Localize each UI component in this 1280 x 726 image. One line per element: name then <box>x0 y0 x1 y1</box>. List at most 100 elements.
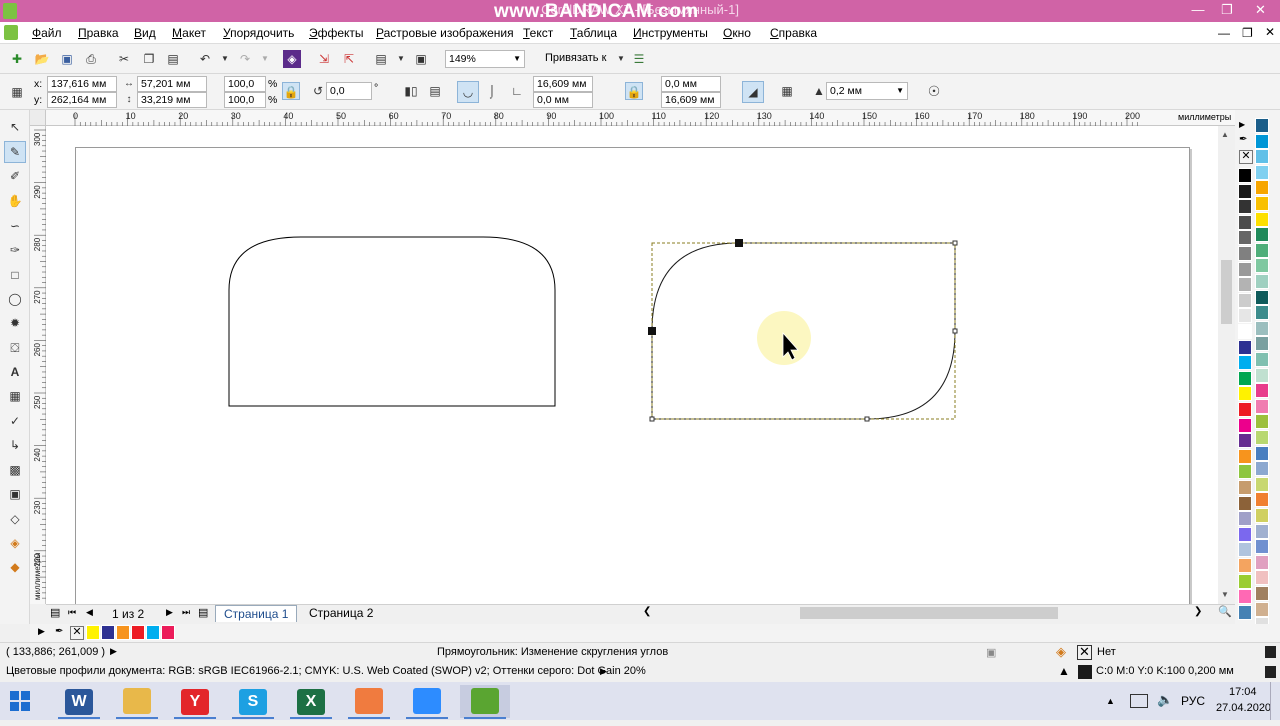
convert-to-curves-icon[interactable]: ☉ <box>925 82 943 100</box>
taskbar-app-app-orange[interactable] <box>344 685 394 719</box>
palette-swatch[interactable] <box>1238 246 1252 261</box>
scale-x-input[interactable]: 100,0 <box>224 76 266 92</box>
outline-color-swatch[interactable] <box>1078 665 1092 679</box>
options-icon[interactable]: ☰ <box>630 50 648 68</box>
vertical-scrollbar[interactable]: ▲ ▼ <box>1218 126 1235 604</box>
redo-icon[interactable]: ↷ <box>236 50 254 68</box>
palette-swatch[interactable] <box>1255 274 1269 289</box>
palette-swatch[interactable] <box>1255 180 1269 196</box>
smart-fill-icon[interactable]: ◆ <box>6 558 24 576</box>
menu-table[interactable]: Таблица <box>570 26 617 40</box>
ruler-origin[interactable] <box>30 110 46 126</box>
palette-swatch[interactable] <box>1255 430 1269 445</box>
scale-y-input[interactable]: 100,0 <box>224 92 266 108</box>
palette-swatch[interactable] <box>1255 570 1269 586</box>
scroll-up-icon[interactable]: ▲ <box>1221 130 1229 139</box>
scroll-left-icon[interactable]: ❮ <box>643 606 651 617</box>
zoom-select[interactable]: 149% ▼ <box>445 50 525 68</box>
palette-swatch[interactable] <box>1255 601 1269 617</box>
palette-swatch[interactable] <box>1255 539 1269 555</box>
corner-bottom-left-input[interactable]: 0,0 мм <box>533 92 593 108</box>
palette-swatch[interactable] <box>1255 476 1269 492</box>
tray-date[interactable]: 27.04.2020 <box>1216 702 1271 714</box>
drawing-canvas[interactable] <box>46 126 1218 617</box>
scroll-right-icon[interactable]: ❯ <box>1194 606 1202 617</box>
palette-swatch[interactable] <box>1255 133 1269 149</box>
tray-expand-icon[interactable]: ▲ <box>1106 696 1115 706</box>
palette-swatch[interactable] <box>1238 355 1252 371</box>
transparency-tool-icon[interactable]: ▣ <box>6 485 24 503</box>
windows-start-icon[interactable] <box>10 691 30 711</box>
basic-shapes-icon[interactable]: ⛋ <box>6 339 24 357</box>
palette-swatch[interactable] <box>1255 523 1269 539</box>
show-desktop-button[interactable] <box>1270 682 1280 720</box>
color-profile-menu-icon[interactable]: ▶ <box>600 666 607 677</box>
tray-language[interactable]: РУС <box>1181 694 1205 708</box>
palette-swatch[interactable] <box>1255 508 1269 523</box>
vertical-scroll-thumb[interactable] <box>1221 260 1232 324</box>
doc-minimize-button[interactable]: — <box>1218 26 1230 40</box>
taskbar-app-skype[interactable]: S <box>228 685 278 719</box>
palette-swatch[interactable] <box>1238 589 1252 605</box>
zoom-fit-icon[interactable]: 🔍 <box>1218 605 1232 618</box>
palette-swatch[interactable] <box>1238 573 1252 589</box>
next-page-icon[interactable]: ▶ <box>166 607 173 618</box>
redo-dropdown-icon[interactable]: ▼ <box>256 50 274 68</box>
first-page-icon[interactable]: ⏮ <box>68 607 76 618</box>
scroll-down-icon[interactable]: ▼ <box>1221 590 1229 599</box>
lock-ratio-icon[interactable]: 🔒 <box>282 82 300 100</box>
tab-page-2[interactable]: Страница 2 <box>301 605 381 622</box>
y-position-input[interactable]: 262,164 мм <box>47 92 117 108</box>
palette-swatch[interactable] <box>1255 305 1269 321</box>
taskbar-app-zoom[interactable] <box>402 685 452 719</box>
undo-icon[interactable]: ↶ <box>196 50 214 68</box>
palette-swatch[interactable] <box>1255 414 1269 430</box>
taskbar-app-coreldraw[interactable] <box>460 685 510 719</box>
shape-rounded-top-rect[interactable] <box>228 236 556 407</box>
add-page-icon[interactable]: ▤ <box>198 606 208 619</box>
palette-swatch[interactable] <box>1238 542 1252 558</box>
doc-palette-swatch[interactable] <box>101 625 115 640</box>
interactive-tool-icon[interactable]: ▩ <box>6 461 24 479</box>
palette-swatch[interactable] <box>1255 320 1269 336</box>
spiral-tool-icon[interactable]: ✹ <box>6 314 24 332</box>
palette-swatch[interactable] <box>1238 308 1252 324</box>
doc-palette-swatch[interactable] <box>131 625 145 640</box>
palette-swatch[interactable] <box>1255 289 1269 305</box>
palette-swatch[interactable] <box>1238 214 1252 230</box>
palette-swatch[interactable] <box>1238 402 1252 417</box>
palette-swatch[interactable] <box>1238 526 1252 542</box>
menu-tools[interactable]: Инструменты <box>633 26 708 40</box>
coords-menu-icon[interactable]: ▶ <box>110 646 117 657</box>
menu-bitmaps[interactable]: Растровые изображения <box>376 26 514 40</box>
palette-swatch[interactable] <box>1255 367 1269 383</box>
palette-swatch[interactable] <box>1238 230 1252 246</box>
node-handle-tr[interactable] <box>952 240 958 246</box>
minimize-button[interactable]: — <box>1183 0 1213 22</box>
text-tool-icon[interactable]: A <box>6 363 24 381</box>
rectangle-tool-icon[interactable]: □ <box>6 266 24 284</box>
tray-volume-icon[interactable]: 🔈 <box>1157 692 1173 708</box>
relative-corner-icon[interactable]: ◢ <box>742 81 764 103</box>
palette-swatch[interactable] <box>1238 324 1252 339</box>
palette-swatch[interactable] <box>1238 261 1252 277</box>
palette-swatch[interactable] <box>1238 292 1252 308</box>
menu-help[interactable]: Справка <box>770 26 817 40</box>
doc-palette-swatch[interactable] <box>146 625 160 640</box>
doc-palette-swatch[interactable] <box>86 625 100 640</box>
round-corner-icon[interactable]: ◡ <box>457 81 479 103</box>
save-icon[interactable]: ▣ <box>58 50 76 68</box>
palette-eyedropper-icon[interactable]: ✒ <box>1239 134 1247 145</box>
connector-tool-icon[interactable]: ↳ <box>6 436 24 454</box>
chamfer-corner-icon[interactable]: ∟ <box>508 82 526 100</box>
doc-close-button[interactable]: ✕ <box>1265 25 1275 39</box>
palette-swatch[interactable] <box>1255 336 1269 352</box>
doc-palette-eyedropper-icon[interactable]: ✒ <box>55 626 63 637</box>
tray-network-icon[interactable] <box>1130 694 1148 708</box>
taskbar-app-excel[interactable]: X <box>286 685 336 719</box>
cut-icon[interactable]: ✂ <box>115 50 133 68</box>
palette-swatch[interactable] <box>1238 558 1252 573</box>
new-icon[interactable]: ✚ <box>8 50 26 68</box>
palette-swatch[interactable] <box>1255 398 1269 414</box>
menu-file[interactable]: Файл <box>32 26 62 40</box>
